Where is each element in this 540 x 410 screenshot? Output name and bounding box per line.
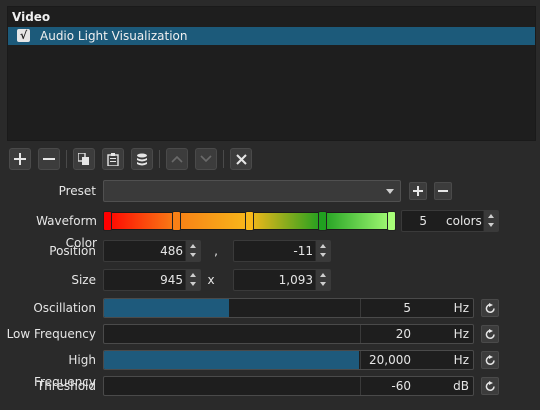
add-icon: [413, 186, 423, 196]
slider-divider: [360, 299, 361, 317]
color-count-suffix: colors: [446, 214, 482, 228]
threshold-unit: dB: [453, 379, 469, 393]
remove-filter-button[interactable]: [38, 148, 60, 170]
spin-arrows[interactable]: [483, 211, 498, 231]
move-down-icon: [200, 155, 212, 163]
spin-arrows[interactable]: [185, 241, 200, 261]
threshold-label: Threshold: [36, 379, 96, 393]
spin-arrows[interactable]: [315, 270, 330, 290]
filter-list-item-label: Audio Light Visualization: [40, 29, 188, 43]
high-frequency-unit: Hz: [453, 353, 469, 367]
reset-icon: [485, 380, 495, 391]
copy-filter-button[interactable]: [73, 148, 95, 170]
toolbar-separator: [159, 150, 160, 168]
save-filter-set-icon: [137, 153, 147, 165]
size-height-value: 1,093: [278, 273, 313, 287]
deselect-filter-button[interactable]: [230, 148, 252, 170]
high-frequency-value: 20,000: [369, 353, 411, 367]
waveform-color-label: Waveform Color: [36, 214, 97, 250]
filter-list-panel: Video √ Audio Light Visualization: [7, 6, 536, 141]
remove-icon: [43, 158, 55, 160]
size-separator: x: [207, 273, 215, 287]
waveform-color-gradient[interactable]: [103, 211, 396, 231]
position-y-spinbox[interactable]: -11: [233, 240, 331, 262]
threshold-reset-button[interactable]: [481, 377, 499, 395]
spin-arrows[interactable]: [185, 270, 200, 290]
size-width-value: 945: [160, 273, 183, 287]
threshold-slider[interactable]: -60 dB: [103, 376, 474, 396]
slider-divider: [360, 377, 361, 395]
toolbar-separator: [223, 150, 224, 168]
position-x-spinbox[interactable]: 486: [103, 240, 201, 262]
copy-icon: [78, 153, 89, 165]
color-count-value: 5: [419, 214, 427, 228]
add-icon: [14, 153, 26, 165]
add-filter-button[interactable]: [9, 148, 31, 170]
high-frequency-label: High Frequency: [34, 353, 96, 389]
color-count-spinbox[interactable]: 5 colors: [401, 210, 499, 232]
filter-enabled-checkbox[interactable]: √: [17, 29, 30, 42]
deselect-icon: [235, 153, 247, 165]
low-frequency-reset-button[interactable]: [481, 325, 499, 343]
oscillation-label: Oscillation: [33, 301, 96, 315]
position-label: Position: [49, 244, 96, 258]
save-filter-set-button[interactable]: [131, 148, 153, 170]
gradient-stop[interactable]: [245, 211, 254, 231]
slider-fill: [104, 351, 359, 369]
filter-list-header: Video: [12, 10, 51, 24]
size-height-spinbox[interactable]: 1,093: [233, 269, 331, 291]
gradient-stop[interactable]: [172, 211, 181, 231]
high-frequency-reset-button[interactable]: [481, 351, 499, 369]
move-down-button[interactable]: [195, 148, 217, 170]
oscillation-value: 5: [403, 301, 411, 315]
gradient-stop[interactable]: [387, 211, 396, 231]
slider-fill: [104, 299, 230, 317]
preset-combobox[interactable]: [103, 180, 401, 202]
low-frequency-slider[interactable]: 20 Hz: [103, 324, 474, 344]
gradient-stop[interactable]: [103, 211, 112, 231]
threshold-value: -60: [391, 379, 411, 393]
remove-icon: [438, 190, 448, 192]
size-width-spinbox[interactable]: 945: [103, 269, 201, 291]
reset-icon: [485, 302, 495, 313]
filter-list-item[interactable]: √ Audio Light Visualization: [8, 27, 535, 45]
high-frequency-slider[interactable]: 20,000 Hz: [103, 350, 474, 370]
preset-label: Preset: [58, 184, 96, 198]
low-frequency-value: 20: [395, 327, 411, 341]
position-separator: ,: [214, 244, 218, 258]
save-preset-button[interactable]: [409, 182, 427, 200]
delete-preset-button[interactable]: [434, 182, 452, 200]
move-up-button[interactable]: [166, 148, 188, 170]
position-y-value: -11: [293, 244, 313, 258]
reset-icon: [485, 354, 495, 365]
low-frequency-label: Low Frequency: [6, 327, 96, 341]
low-frequency-unit: Hz: [453, 327, 469, 341]
position-x-value: 486: [160, 244, 183, 258]
move-up-icon: [171, 155, 183, 163]
oscillation-slider[interactable]: 5 Hz: [103, 298, 474, 318]
oscillation-unit: Hz: [453, 301, 469, 315]
chevron-down-icon: [386, 189, 394, 194]
slider-divider: [360, 325, 361, 343]
paste-filter-button[interactable]: [102, 148, 124, 170]
size-label: Size: [71, 273, 96, 287]
toolbar-separator: [66, 150, 67, 168]
oscillation-reset-button[interactable]: [481, 299, 499, 317]
slider-divider: [360, 351, 361, 369]
paste-icon: [107, 152, 119, 166]
gradient-stop[interactable]: [318, 211, 327, 231]
reset-icon: [485, 328, 495, 339]
spin-arrows[interactable]: [315, 241, 330, 261]
